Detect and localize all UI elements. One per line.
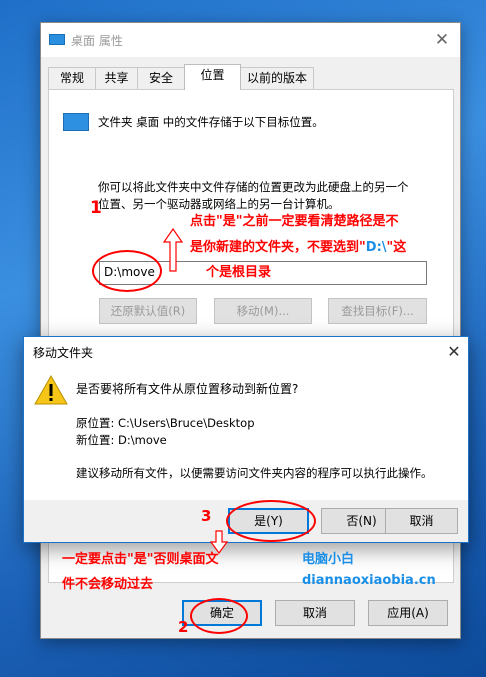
title-bar[interactable]: 桌面 属性 ✕	[41, 23, 460, 57]
close-icon[interactable]: ✕	[429, 27, 455, 53]
dialog-title: 移动文件夹	[33, 346, 94, 360]
brand-name: 电脑小白	[302, 552, 355, 567]
up-arrow-icon	[163, 228, 183, 272]
note-bottom-line-1: 一定要点击"是"否则桌面文	[62, 552, 219, 567]
cancel-button[interactable]: 取消	[275, 600, 355, 626]
note-top-line-1: 点击"是"之前一定要看清楚路径是不	[190, 214, 399, 229]
brand-url: diannaoxiaobia.cn	[302, 573, 436, 588]
tab-previous-versions[interactable]: 以前的版本	[240, 67, 314, 89]
find-target-button[interactable]: 查找目标(F)...	[328, 298, 427, 324]
note-top-line-2a: 是你新建的文件夹，不要选到"	[190, 240, 366, 255]
step-2-label: 2	[178, 618, 189, 636]
ok-highlight-ellipse	[190, 598, 248, 634]
note-top-line-3: 个是根目录	[206, 265, 272, 280]
old-location: 原位置: C:\Users\Bruce\Desktop	[76, 416, 255, 430]
move-question: 是否要将所有文件从原位置移动到新位置?	[76, 382, 299, 396]
folder-properties-dialog: 桌面 属性 ✕ 常规 共享 安全 位置 以前的版本 文件夹 桌面 中的文件存储于…	[40, 22, 461, 639]
restore-default-button[interactable]: 还原默认值(R)	[99, 298, 197, 324]
yes-highlight-ellipse	[226, 500, 316, 542]
apply-button[interactable]: 应用(A)	[368, 600, 448, 626]
window-title: 桌面 属性	[71, 34, 123, 48]
step-3-label: 3	[201, 507, 212, 525]
step-1-label: 1	[90, 198, 102, 218]
note-top-line-2b: D:\	[365, 240, 387, 255]
note-top-line-2: 是你新建的文件夹，不要选到"D:\"这	[190, 236, 406, 255]
tab-security[interactable]: 安全	[137, 67, 185, 89]
warning-icon	[34, 375, 68, 405]
cancel-button[interactable]: 取消	[385, 508, 458, 534]
folder-caption: 文件夹 桌面 中的文件存储于以下目标位置。	[98, 115, 324, 129]
tab-general[interactable]: 常规	[48, 67, 96, 89]
note-bottom-line-2: 件不会移动过去	[62, 577, 154, 592]
path-highlight-ellipse	[92, 250, 162, 292]
folder-icon	[63, 113, 89, 131]
move-button[interactable]: 移动(M)...	[214, 298, 312, 324]
new-location: 新位置: D:\move	[76, 433, 167, 447]
tab-location[interactable]: 位置	[184, 64, 241, 90]
close-icon[interactable]: ✕	[442, 340, 466, 364]
tab-sharing[interactable]: 共享	[95, 67, 138, 89]
note-top-line-2c: "这	[386, 240, 407, 255]
description-line-1: 你可以将此文件夹中文件存储的位置更改为此硬盘上的另一个	[98, 180, 409, 194]
desktop-folder-icon	[49, 34, 65, 45]
move-advice: 建议移动所有文件，以便需要访问文件夹内容的程序可以执行此操作。	[76, 466, 433, 480]
